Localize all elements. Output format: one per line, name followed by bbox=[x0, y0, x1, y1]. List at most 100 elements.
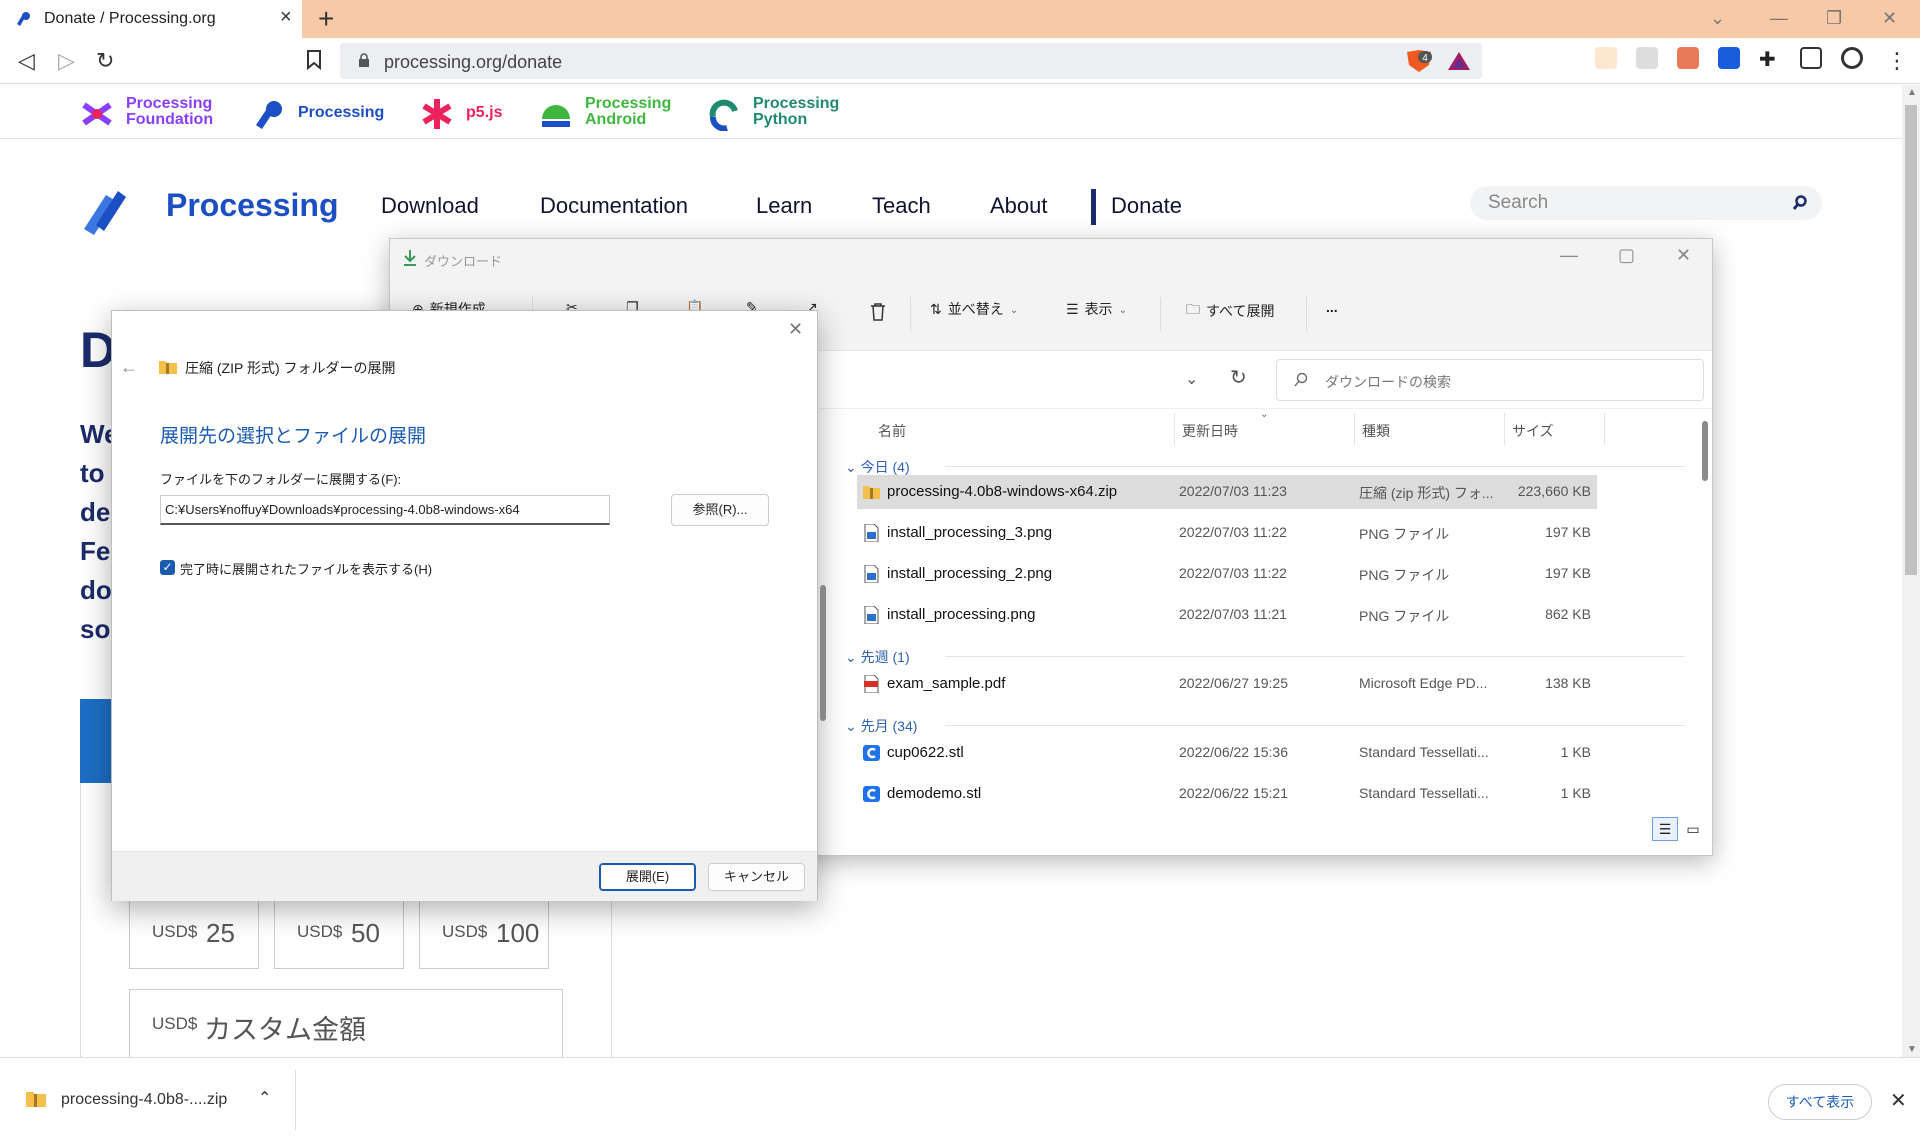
sort-button[interactable]: ⇅ 並べ替え ⌄ bbox=[930, 299, 1018, 325]
file-row[interactable]: cup0622.stl 2022/06/22 15:36 Standard Te… bbox=[857, 736, 1597, 770]
refresh-icon[interactable]: ↻ bbox=[1230, 365, 1247, 390]
group-header-last-week[interactable]: ⌄ 先週 (1) bbox=[845, 647, 1685, 667]
site-name: p5.js bbox=[466, 104, 503, 121]
url-text: processing.org/donate bbox=[384, 52, 563, 72]
forward-icon[interactable]: ▷ bbox=[58, 48, 75, 74]
back-arrow-icon[interactable]: ← bbox=[120, 357, 138, 378]
site-search-input[interactable]: Search bbox=[1470, 186, 1822, 220]
destination-path-input[interactable] bbox=[160, 495, 610, 525]
intro-text-line: de bbox=[80, 497, 111, 527]
nav-documentation[interactable]: Documentation bbox=[540, 193, 688, 219]
cancel-button[interactable]: キャンセル bbox=[708, 863, 805, 891]
file-row[interactable]: install_processing_2.png 2022/07/03 11:2… bbox=[857, 557, 1597, 591]
scroll-down-icon[interactable]: ▼ bbox=[1907, 1044, 1917, 1055]
file-row[interactable]: exam_sample.pdf 2022/06/27 19:25 Microso… bbox=[857, 667, 1597, 701]
close-window-icon[interactable]: ✕ bbox=[1882, 8, 1897, 29]
minimize-icon[interactable]: — bbox=[1770, 8, 1788, 29]
restore-icon[interactable]: ❐ bbox=[1826, 8, 1842, 29]
bitwarden-icon[interactable] bbox=[1718, 47, 1740, 69]
extensions-puzzle-icon[interactable]: ✚ bbox=[1759, 47, 1781, 71]
extension-paint-icon[interactable] bbox=[1595, 47, 1617, 69]
explorer-search-input[interactable]: ダウンロードの検索 bbox=[1276, 359, 1704, 401]
scrollbar-thumb[interactable] bbox=[1905, 105, 1917, 575]
browse-button[interactable]: 参照(R)... bbox=[671, 494, 769, 526]
processing-logo[interactable]: Processing bbox=[80, 171, 339, 250]
sort-indicator-icon: ⌄ bbox=[1260, 409, 1269, 420]
amount-50-button[interactable]: USD$ 50 bbox=[274, 899, 404, 969]
nav-teach[interactable]: Teach bbox=[872, 193, 931, 219]
brave-shields-icon[interactable]: 4 bbox=[1404, 49, 1434, 73]
group-header-last-month[interactable]: ⌄ 先月 (34) bbox=[845, 716, 1685, 736]
close-icon[interactable]: ✕ bbox=[1676, 245, 1691, 266]
column-size[interactable]: サイズ bbox=[1512, 421, 1554, 441]
amount-100-button[interactable]: USD$ 100 bbox=[419, 899, 549, 969]
page-scrollbar[interactable]: ▲ ▼ bbox=[1902, 85, 1920, 1057]
extract-zip-dialog: ✕ ← 圧縮 (ZIP 形式) フォルダーの展開 展開先の選択とファイルの展開 … bbox=[111, 310, 818, 901]
group-header-today[interactable]: ⌄ 今日 (4) bbox=[845, 457, 1685, 477]
new-tab-button[interactable]: + bbox=[318, 3, 334, 35]
file-row[interactable]: install_processing.png 2022/07/03 11:21 … bbox=[857, 598, 1597, 632]
profile-icon[interactable] bbox=[1841, 47, 1863, 69]
extract-button[interactable]: 展開(E) bbox=[599, 863, 696, 891]
browser-toolbar: ◁ ▷ ↻ processing.org/donate 4 ✚ ⋮ bbox=[0, 38, 1920, 84]
scroll-up-icon[interactable]: ▲ bbox=[1907, 87, 1917, 98]
currency-label: USD$ bbox=[152, 922, 198, 941]
nav-about[interactable]: About bbox=[990, 193, 1048, 219]
nav-download[interactable]: Download bbox=[381, 193, 479, 219]
file-row[interactable]: processing-4.0b8-windows-x64.zip 2022/07… bbox=[857, 475, 1597, 509]
downloaded-file-name[interactable]: processing-4.0b8-....zip bbox=[61, 1091, 227, 1109]
close-tab-icon[interactable]: × bbox=[280, 6, 292, 29]
chevron-up-icon[interactable]: ⌃ bbox=[258, 1088, 271, 1108]
zip-folder-icon bbox=[26, 1092, 46, 1107]
view-icon: ☰ bbox=[1066, 300, 1079, 317]
search-icon bbox=[1792, 195, 1807, 210]
extract-all-button[interactable]: 🗀 すべて展開 bbox=[1186, 299, 1274, 325]
maximize-icon[interactable]: ▢ bbox=[1618, 245, 1635, 266]
bookmark-icon[interactable] bbox=[306, 50, 322, 70]
nav-learn[interactable]: Learn bbox=[756, 193, 812, 219]
wallet-icon[interactable] bbox=[1800, 47, 1822, 69]
address-bar[interactable]: processing.org/donate 4 bbox=[340, 43, 1482, 79]
tab-search-icon[interactable]: ⌄ bbox=[1710, 8, 1725, 29]
processing-icon bbox=[256, 101, 282, 129]
minimize-icon[interactable]: — bbox=[1560, 245, 1578, 266]
file-type: 圧縮 (zip 形式) フォ... bbox=[1359, 485, 1494, 501]
column-date[interactable]: 更新日時 bbox=[1182, 421, 1238, 441]
file-name: install_processing_3.png bbox=[887, 524, 1053, 541]
menu-icon[interactable]: ⋮ bbox=[1886, 48, 1908, 74]
file-name: exam_sample.pdf bbox=[887, 675, 1006, 692]
brave-rewards-icon[interactable] bbox=[1446, 50, 1472, 72]
delete-icon[interactable] bbox=[869, 302, 887, 322]
browser-tab[interactable]: Donate / Processing.org × bbox=[0, 0, 302, 38]
file-size: 138 KB bbox=[1545, 675, 1591, 691]
amount-25-button[interactable]: USD$ 25 bbox=[129, 899, 259, 969]
file-name: install_processing.png bbox=[887, 606, 1036, 623]
divider bbox=[1160, 297, 1161, 331]
extension-qr-icon[interactable] bbox=[1636, 47, 1658, 69]
dialog-side-scrollbar[interactable] bbox=[820, 585, 826, 721]
details-view-icon[interactable]: ☰ bbox=[1652, 817, 1678, 841]
tab-strip: Donate / Processing.org × + ⌄ — ❐ ✕ bbox=[0, 0, 1920, 38]
close-icon[interactable]: ✕ bbox=[788, 319, 803, 340]
show-all-downloads-button[interactable]: すべて表示 bbox=[1768, 1084, 1872, 1120]
file-row[interactable]: demodemo.stl 2022/06/22 15:21 Standard T… bbox=[857, 777, 1597, 811]
column-name[interactable]: 名前 bbox=[878, 421, 906, 441]
extension-camera-icon[interactable] bbox=[1677, 47, 1699, 69]
processing-favicon bbox=[17, 12, 30, 26]
intro-text-line: do bbox=[80, 575, 112, 605]
file-row[interactable]: install_processing_3.png 2022/07/03 11:2… bbox=[857, 516, 1597, 550]
view-label: 表示 bbox=[1084, 301, 1113, 317]
group-divider bbox=[945, 656, 1685, 657]
close-shelf-icon[interactable]: ✕ bbox=[1890, 1088, 1907, 1113]
logo-text: Processing bbox=[166, 187, 339, 223]
more-options-icon[interactable]: ... bbox=[1326, 299, 1338, 325]
column-type[interactable]: 種類 bbox=[1362, 421, 1390, 441]
back-icon[interactable]: ◁ bbox=[18, 48, 35, 74]
file-list-scrollbar[interactable] bbox=[1702, 421, 1708, 481]
tiles-view-icon[interactable]: ▭ bbox=[1680, 817, 1706, 841]
view-button[interactable]: ☰ 表示 ⌄ bbox=[1066, 299, 1127, 325]
chevron-down-icon[interactable]: ⌄ bbox=[1185, 369, 1198, 389]
nav-donate[interactable]: Donate bbox=[1111, 193, 1182, 219]
custom-amount-input[interactable]: USD$ カスタム金額 bbox=[129, 989, 563, 1057]
reload-icon[interactable]: ↻ bbox=[96, 48, 114, 74]
